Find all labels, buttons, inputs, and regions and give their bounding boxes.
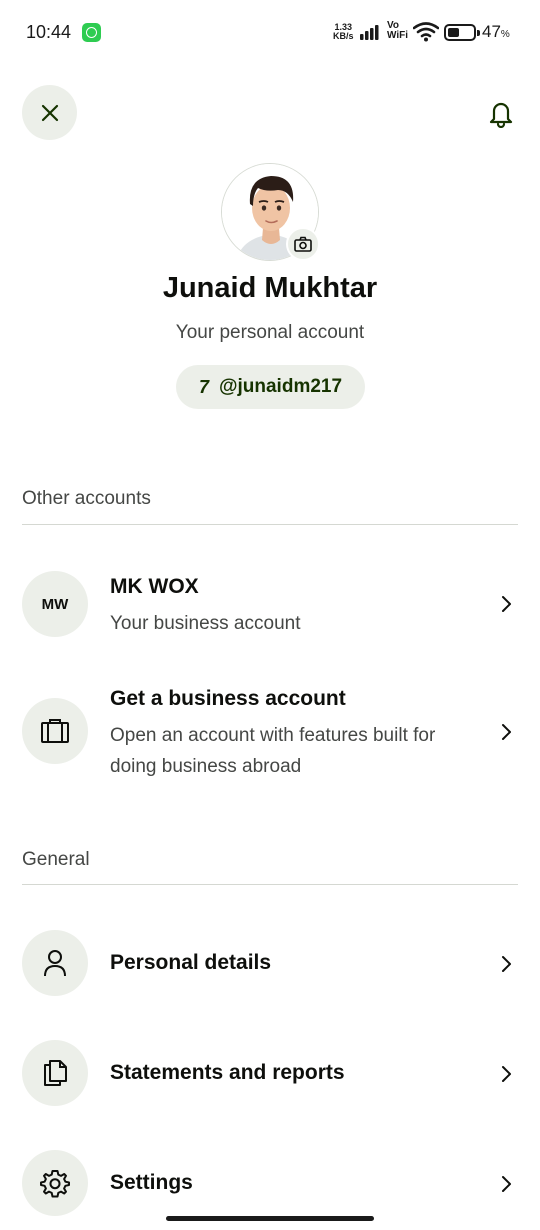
brand-mark: 7 [198, 376, 209, 397]
chevron-right-icon [502, 596, 511, 612]
account-name: MK WOX [110, 575, 199, 598]
account-initials: MW [41, 595, 69, 613]
get-business-account-title: Get a business account [110, 687, 346, 710]
bell-icon [489, 102, 513, 128]
general-item-label: Settings [110, 1171, 193, 1194]
general-item-statements-reports[interactable]: Statements and reports [0, 1028, 540, 1118]
gear-icon [40, 1170, 70, 1198]
person-icon-circle [22, 930, 88, 996]
battery-fill [448, 28, 459, 37]
section-title-general: General [22, 849, 90, 870]
gear-icon-circle [22, 1150, 88, 1216]
close-icon [41, 104, 58, 121]
section-title-other-accounts: Other accounts [22, 488, 151, 509]
chevron-right-icon [502, 1176, 511, 1192]
network-speed: 1.33 KB/s [333, 23, 354, 41]
status-time: 10:44 [26, 22, 72, 42]
briefcase-icon [41, 719, 69, 743]
battery-icon [444, 24, 480, 41]
general-item-label: Personal details [110, 951, 272, 974]
general-item-personal-details[interactable]: Personal details [0, 918, 540, 1008]
profile-avatar-wrap[interactable] [221, 163, 320, 261]
general-item-settings[interactable]: Settings [0, 1138, 540, 1218]
percent-sign: % [500, 29, 510, 40]
vowifi-indicator: Vo WiFi [387, 21, 408, 41]
document-icon-circle [22, 1040, 88, 1106]
profile-account-type: Your personal account [175, 322, 365, 343]
divider [22, 884, 518, 885]
account-initials-avatar: MW [22, 571, 88, 637]
status-bar: 10:44 1.33 KB/s Vo WiFi 47% [0, 0, 540, 64]
briefcase-icon-circle [22, 698, 88, 764]
battery-percentage: 47% [482, 22, 510, 42]
signal-icon [360, 25, 379, 40]
account-description: Your business account [110, 613, 301, 634]
notifications-button[interactable] [480, 92, 522, 134]
wisetag-handle-pill[interactable]: 7 @junaidm217 [176, 365, 365, 409]
general-item-label: Statements and reports [110, 1061, 345, 1084]
profile-name: Junaid Mukhtar [162, 272, 378, 304]
close-button[interactable] [22, 85, 77, 140]
wifi-icon [413, 22, 439, 42]
chevron-right-icon [502, 724, 511, 740]
account-row-mk-wox[interactable]: MW MK WOX Your business account [0, 560, 540, 656]
chevron-right-icon [502, 1066, 511, 1082]
wifi-label: WiFi [387, 30, 409, 41]
divider [22, 524, 518, 525]
change-photo-button[interactable] [286, 227, 320, 261]
handle-text: @junaidm217 [218, 376, 343, 397]
network-speed-unit: KB/s [333, 31, 354, 41]
home-indicator[interactable] [166, 1216, 374, 1221]
document-icon [44, 1060, 67, 1086]
whatsapp-notification-icon [82, 23, 101, 42]
chevron-right-icon [502, 956, 511, 972]
get-business-account-row[interactable]: Get a business account Open an account w… [0, 684, 540, 794]
get-business-account-description: Open an account with features built for … [110, 725, 436, 777]
battery-percent-value: 47 [482, 22, 501, 41]
person-icon [44, 950, 66, 977]
camera-icon [294, 236, 312, 252]
